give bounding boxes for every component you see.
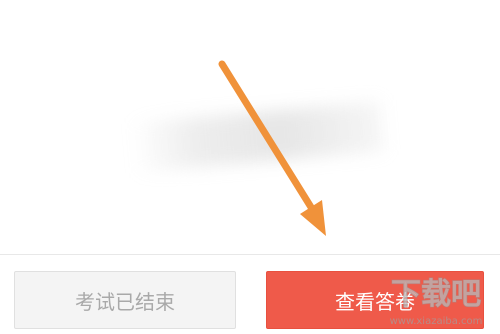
site-watermark: 下载吧 www.xiazaiba.com [379,262,494,330]
exam-result-screen: 考试已结束 查看答卷 下载吧 www.xiazaiba.com [0,0,500,334]
watermark-logo-text: 下载吧 [391,277,481,312]
blurred-content [130,101,384,173]
watermark-url-text: www.xiazaiba.com [390,316,483,327]
exam-ended-button[interactable]: 考试已结束 [14,271,236,329]
